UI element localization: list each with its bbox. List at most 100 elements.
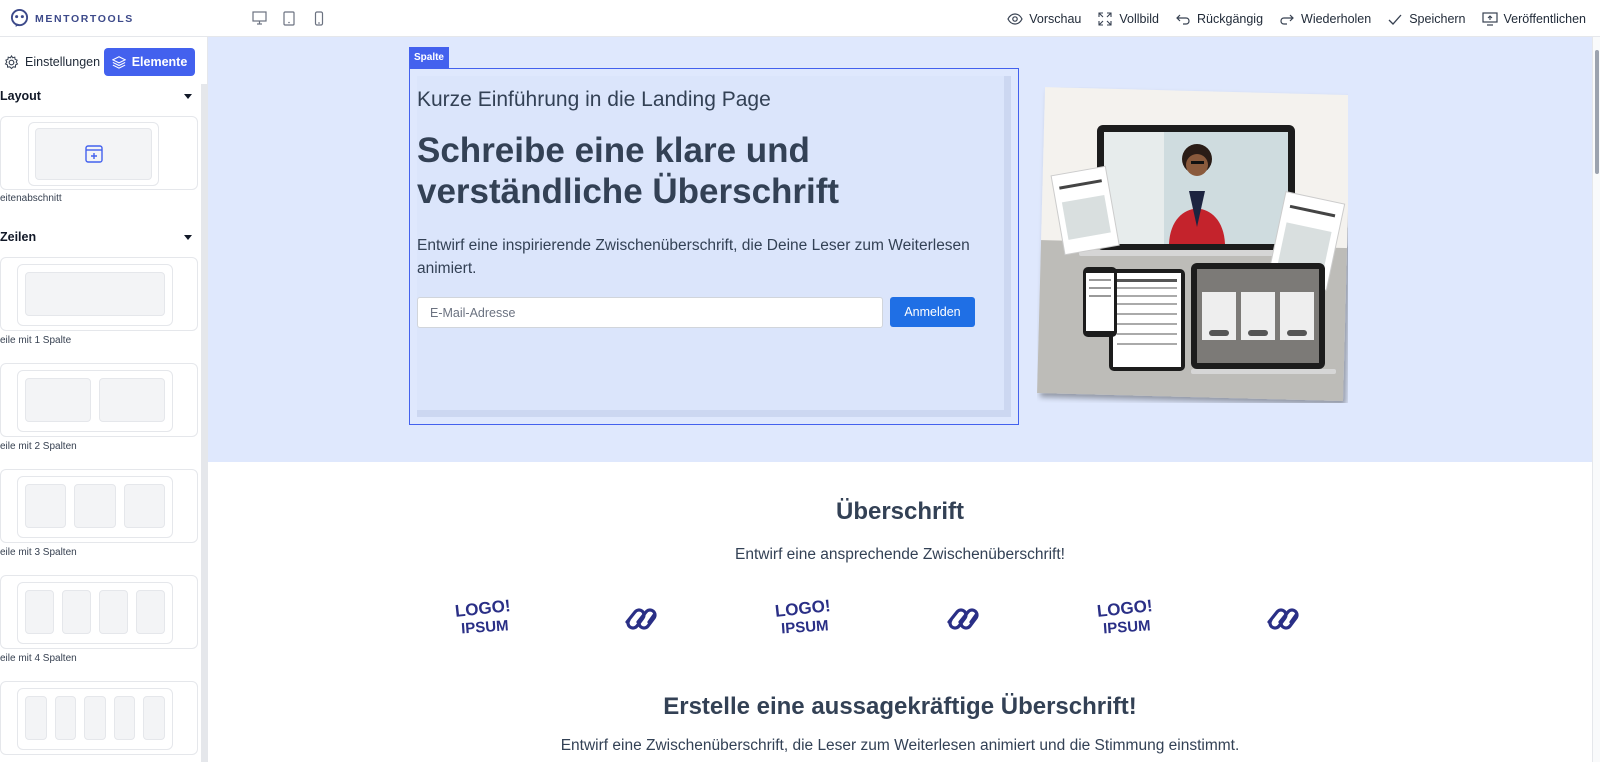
layers-icon <box>111 56 126 69</box>
row-column-block <box>143 696 165 740</box>
undo-label: Rückgängig <box>1197 11 1264 26</box>
row-column-block <box>123 484 165 528</box>
row-card-4-cols[interactable] <box>0 575 198 649</box>
section-layout-header[interactable]: Layout <box>0 86 198 106</box>
publish-button[interactable]: Veröffentlichen <box>1481 11 1586 27</box>
canvas-scrollbar-thumb[interactable] <box>1595 50 1599 174</box>
logo-ipsum-wordmark[interactable]: LOGO! IPSUM <box>773 596 837 637</box>
logo-ipsum-icon: LOGO! IPSUM <box>1096 596 1153 637</box>
fullscreen-button[interactable]: Vollbild <box>1097 11 1159 27</box>
row-card-frame <box>17 582 173 644</box>
caret-down-icon <box>184 234 192 240</box>
hero-eyebrow[interactable]: Kurze Einführung in die Landing Page <box>417 88 771 112</box>
row-column-block <box>25 272 165 316</box>
row-card-frame <box>17 476 173 538</box>
product-mockup-image[interactable] <box>1037 87 1348 403</box>
undo-icon <box>1176 14 1190 25</box>
chain-link-icon <box>1267 608 1299 630</box>
tab-elements[interactable]: Elemente <box>104 48 195 76</box>
monitor-upload-icon <box>1481 11 1498 26</box>
add-section-icon <box>85 145 103 163</box>
layout-card-label: eitenabschnitt <box>0 193 62 204</box>
hero-headline[interactable]: Schreibe eine klare und verständliche Üb… <box>417 130 977 212</box>
row-column-block <box>136 590 165 634</box>
row-card-2-cols[interactable] <box>0 363 198 437</box>
toolbar-actions: Vorschau Vollbild Rückgängig Wiederholen… <box>1007 0 1586 37</box>
row-column-block <box>84 696 106 740</box>
undo-button[interactable]: Rückgängig <box>1175 11 1263 27</box>
section-rows-title: Zeilen <box>0 230 37 244</box>
signup-button[interactable]: Anmelden <box>890 297 975 327</box>
redo-icon <box>1280 14 1294 25</box>
tab-settings-label: Einstellungen <box>25 55 101 69</box>
logo-text: MENTORTOOLS <box>35 12 134 25</box>
preview-button[interactable]: Vorschau <box>1007 11 1081 27</box>
logos-section-subtitle[interactable]: Entwirf eine ansprechende Zwischenübersc… <box>208 546 1592 564</box>
row-column-block <box>113 696 136 740</box>
chain-link-icon <box>947 608 979 630</box>
eye-icon <box>1007 12 1023 25</box>
sidebar: Einstellungen Elemente Layout eitenabsch… <box>0 37 208 762</box>
caret-down-icon <box>184 93 192 99</box>
mobile-icon[interactable] <box>311 10 327 26</box>
row-card-frame <box>17 688 173 750</box>
tablet-icon[interactable] <box>281 10 297 26</box>
email-field[interactable]: E-Mail-Adresse <box>417 297 883 328</box>
section-rows-header[interactable]: Zeilen <box>0 227 198 247</box>
editor-canvas: Spalte Kurze Einführung in die Landing P… <box>208 37 1592 762</box>
tab-settings[interactable]: Einstellungen <box>4 48 100 76</box>
logos-section-title[interactable]: Überschrift <box>208 498 1592 526</box>
row-column-block <box>25 484 67 528</box>
row-card-5-cols[interactable] <box>0 681 198 755</box>
row-column-block <box>62 590 91 634</box>
row-column-block <box>25 378 91 422</box>
save-label: Speichern <box>1409 11 1466 26</box>
preview-label: Vorschau <box>1029 11 1082 26</box>
chain-link-icon <box>625 608 657 630</box>
fullscreen-label: Vollbild <box>1119 11 1160 26</box>
row-card-label: eile mit 3 Spalten <box>0 547 77 558</box>
publish-label: Veröffentlichen <box>1503 11 1586 26</box>
logo-chain[interactable] <box>621 596 663 636</box>
app-logo[interactable]: MENTORTOOLS <box>10 9 134 28</box>
tab-elements-label: Elemente <box>131 55 188 69</box>
svg-text:IPSUM: IPSUM <box>461 617 510 636</box>
redo-label: Wiederholen <box>1301 11 1372 26</box>
row-card-label: eile mit 4 Spalten <box>0 653 77 664</box>
row-card-label: eile mit 1 Spalte <box>0 335 72 346</box>
layout-section-card[interactable] <box>0 116 198 190</box>
device-switcher <box>251 10 327 26</box>
check-icon <box>1388 14 1402 25</box>
logo-ipsum-wordmark[interactable]: LOGO! IPSUM <box>453 596 517 637</box>
logo-ipsum-wordmark[interactable]: LOGO! IPSUM <box>1095 596 1159 637</box>
logo-ipsum-icon: LOGO! IPSUM <box>454 596 511 637</box>
section-layout-title: Layout <box>0 89 41 103</box>
logo-chain[interactable] <box>1263 596 1305 636</box>
logo-chain[interactable] <box>943 596 985 636</box>
row-card-frame <box>17 264 173 326</box>
save-button[interactable]: Speichern <box>1387 11 1466 27</box>
section3-title[interactable]: Erstelle eine aussagekräftige Überschrif… <box>208 693 1592 721</box>
row-card-3-cols[interactable] <box>0 469 198 543</box>
hero-subheadline[interactable]: Entwirf eine inspirierende Zwischenübers… <box>417 234 1007 280</box>
expand-icon <box>1098 11 1112 26</box>
svg-text:IPSUM: IPSUM <box>781 617 830 636</box>
section3-subtitle[interactable]: Entwirf eine Zwischenüberschrift, die Le… <box>208 737 1592 755</box>
gear-icon <box>4 54 19 69</box>
row-column-block <box>74 484 116 528</box>
sidebar-scrollbar[interactable] <box>201 84 207 762</box>
sidebar-tabs: Einstellungen Elemente <box>0 48 200 76</box>
row-card-frame <box>17 370 173 432</box>
column-tag[interactable]: Spalte <box>409 47 449 68</box>
row-column-block <box>25 696 47 740</box>
row-card-1-cols[interactable] <box>0 257 198 331</box>
top-toolbar: MENTORTOOLS Vorschau Vollbild Rückgängig… <box>0 0 1600 37</box>
logo-icon <box>10 9 29 28</box>
row-column-block <box>25 590 54 634</box>
row-column-block <box>54 696 77 740</box>
row-card-label: eile mit 2 Spalten <box>0 441 77 452</box>
layout-card-frame <box>28 122 159 186</box>
logo-ipsum-icon: LOGO! IPSUM <box>774 596 831 637</box>
redo-button[interactable]: Wiederholen <box>1279 11 1371 27</box>
desktop-icon[interactable] <box>251 10 267 26</box>
